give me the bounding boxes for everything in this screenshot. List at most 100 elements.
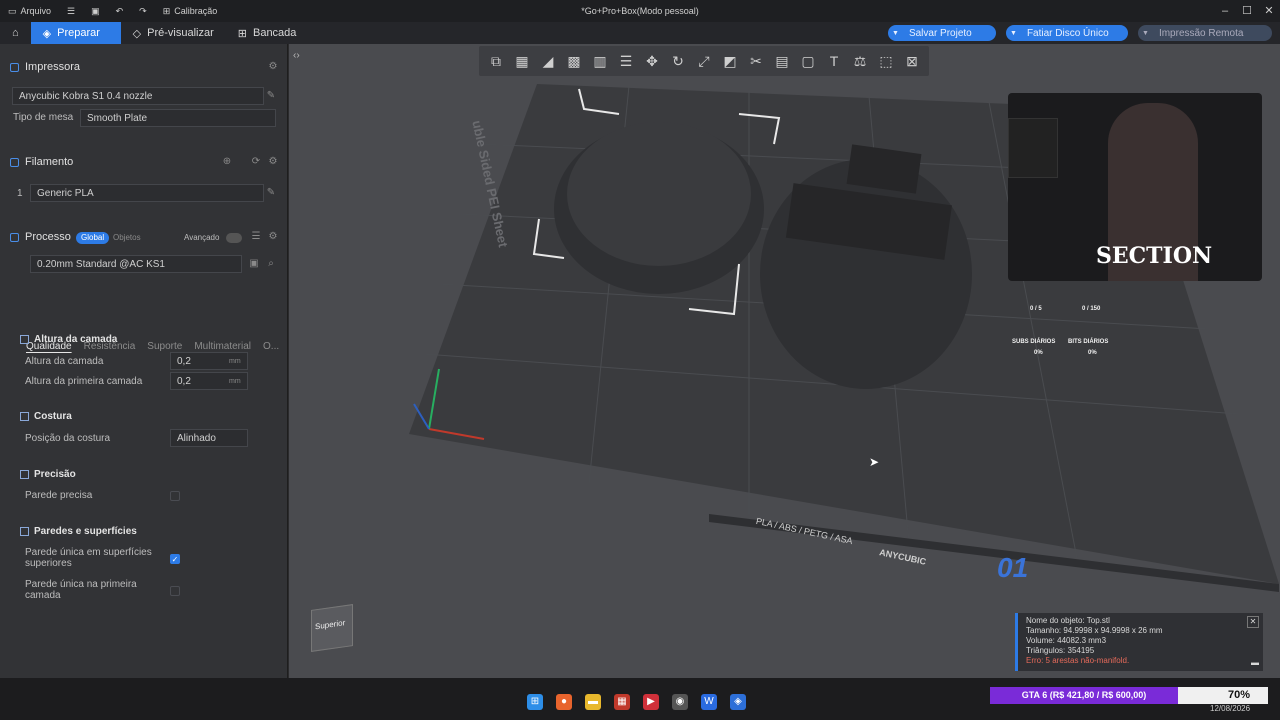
process-section-header[interactable]: Processo xyxy=(0,226,288,248)
layer-height-value: 0,2 xyxy=(177,355,191,367)
plate-type-value: Smooth Plate xyxy=(87,112,148,124)
browser-icon[interactable]: ● xyxy=(556,694,572,710)
slicer-app-icon[interactable]: ◈ xyxy=(730,694,746,710)
menu-icon-button[interactable]: ☰ xyxy=(59,6,83,17)
search-icon[interactable]: ⌕ xyxy=(266,259,276,269)
plate-type-select[interactable]: Smooth Plate xyxy=(80,109,276,127)
subtab-others[interactable]: O... xyxy=(263,341,279,352)
object-info-panel: Nome do objeto: Top.stl Tamanho: 94.9998… xyxy=(1015,613,1263,671)
media-player-icon[interactable]: ▶ xyxy=(643,694,659,710)
filament-select[interactable]: Generic PLA xyxy=(30,184,264,202)
layer-height-group: Altura da camada xyxy=(20,334,117,345)
save-preset-icon[interactable]: ▣ xyxy=(249,259,259,269)
subs-label: SUBS DIÁRIOS xyxy=(1012,339,1056,345)
subtab-multimaterial[interactable]: Multimaterial xyxy=(194,341,251,352)
view-cube[interactable]: Superior xyxy=(311,604,353,652)
layers-icon: ◇ xyxy=(132,27,142,40)
objects-toggle[interactable]: Objetos xyxy=(113,233,141,242)
word-icon[interactable]: W xyxy=(701,694,717,710)
settings-sidebar: Impressora ⚙ Anycubic Kobra S1 0.4 nozzl… xyxy=(0,44,288,678)
filament-slot-number: 1 xyxy=(17,188,23,199)
subs-count: 0 / 5 xyxy=(1030,306,1042,312)
process-preset-value: 0.20mm Standard @AC KS1 xyxy=(37,258,165,270)
single-top-wall-label: Parede única em superfícies superiores xyxy=(25,547,152,569)
process-settings-icon[interactable]: ⚙ xyxy=(268,232,278,242)
object-triangles: Triângulos: 354195 xyxy=(1026,646,1095,655)
close-button[interactable]: ✕ xyxy=(1258,0,1280,22)
object-name: Nome do objeto: Top.stl xyxy=(1026,616,1110,625)
plate-number[interactable]: 01 xyxy=(997,552,1028,584)
cube-icon: ◈ xyxy=(42,27,52,40)
tab-prepare[interactable]: ◈ Preparar xyxy=(30,22,121,44)
tab-workbench[interactable]: ⊞ Bancada xyxy=(226,22,309,44)
seam-group-title: Costura xyxy=(34,411,72,422)
save-project-button[interactable]: ▼ Salvar Projeto xyxy=(888,25,996,41)
redo-button[interactable]: ↷ xyxy=(131,6,155,17)
slice-plate-label: Fatiar Disco Único xyxy=(1026,27,1109,39)
donation-goal-track xyxy=(1178,687,1268,704)
window-controls: – ☐ ✕ xyxy=(1214,0,1280,22)
plate-type-label: Tipo de mesa xyxy=(13,112,74,123)
calibration-icon: ⊞ xyxy=(162,5,171,16)
slice-plate-button[interactable]: ▼ Fatiar Disco Único xyxy=(1006,25,1128,41)
subtab-support[interactable]: Suporte xyxy=(147,341,182,352)
donation-goal-bar: GTA 6 (R$ 421,80 / R$ 600,00) xyxy=(990,687,1178,704)
filament-section-header[interactable]: Filamento xyxy=(0,151,288,173)
printer-section-header[interactable]: Impressora xyxy=(0,56,288,78)
news-app-icon[interactable]: ▦ xyxy=(614,694,630,710)
github-icon[interactable]: ◉ xyxy=(672,694,688,710)
minimize-button[interactable]: – xyxy=(1214,0,1236,22)
calibration-menu[interactable]: ⊞ Calibração xyxy=(155,6,226,17)
maximize-button[interactable]: ☐ xyxy=(1236,0,1258,22)
precise-wall-checkbox[interactable] xyxy=(170,491,180,501)
layer-group-title: Altura da camada xyxy=(34,334,118,345)
walls-group: Paredes e superfícies xyxy=(20,526,137,537)
remote-print-button[interactable]: ▼ Impressão Remota xyxy=(1138,25,1272,41)
grid-icon: ⊞ xyxy=(237,27,247,40)
seam-icon xyxy=(20,412,29,421)
tab-preview[interactable]: ◇ Pré-visualizar xyxy=(121,22,226,44)
mouse-cursor-icon: ➤ xyxy=(869,455,880,469)
edit-icon[interactable]: ✎ xyxy=(266,91,276,101)
undo-button[interactable]: ↶ xyxy=(108,6,132,17)
first-layer-height-value: 0,2 xyxy=(177,375,191,387)
home-button[interactable]: ⌂ xyxy=(0,22,31,44)
layer-icon xyxy=(20,335,29,344)
lid-object-left-top xyxy=(567,122,751,266)
bits-percent: 0% xyxy=(1088,350,1097,356)
single-first-layer-checkbox[interactable] xyxy=(170,586,180,596)
layer-height-unit: mm xyxy=(229,358,241,365)
donation-goal-text: GTA 6 (R$ 421,80 / R$ 600,00) xyxy=(1021,690,1147,700)
seam-position-select[interactable]: Alinhado xyxy=(170,429,248,447)
global-toggle[interactable]: Global xyxy=(76,232,110,244)
first-layer-height-label: Altura da primeira camada xyxy=(25,376,143,387)
minimize-icon[interactable]: ▬ xyxy=(1251,658,1259,668)
settings-icon[interactable]: ⚙ xyxy=(268,62,278,72)
printer-select[interactable]: Anycubic Kobra S1 0.4 nozzle xyxy=(12,87,264,105)
advanced-switch[interactable] xyxy=(226,233,242,243)
start-menu-icon[interactable]: ⊞ xyxy=(527,694,543,710)
bits-label: BITS DIÁRIOS xyxy=(1068,339,1109,345)
filament-settings-icon[interactable]: ⚙ xyxy=(268,157,278,167)
webcam-overlay: SECTION xyxy=(1008,93,1262,281)
redo-icon: ↷ xyxy=(139,5,147,16)
object-size: Tamanho: 94.9998 x 94.9998 x 26 mm xyxy=(1026,626,1163,635)
add-filament-icon[interactable]: ⊕ xyxy=(222,157,232,167)
filament-value: Generic PLA xyxy=(37,187,94,199)
sync-icon[interactable]: ⟳ xyxy=(251,157,261,167)
list-icon[interactable]: ☰ xyxy=(251,232,261,242)
seam-position-value: Alinhado xyxy=(177,432,216,444)
object-error: Erro: 5 arestas não-manifold. xyxy=(1026,656,1130,665)
edit-icon[interactable]: ✎ xyxy=(266,188,276,198)
save-icon-button[interactable]: ▣ xyxy=(83,6,108,17)
process-preset-select[interactable]: 0.20mm Standard @AC KS1 xyxy=(30,255,242,273)
taskbar-apps: ⊞ ● ▬ ▦ ▶ ◉ W ◈ xyxy=(527,694,746,710)
channel-logo: SECTION xyxy=(1096,243,1213,269)
folder-icon[interactable]: ▬ xyxy=(585,694,601,710)
close-icon[interactable]: ✕ xyxy=(1247,616,1259,628)
printer-icon xyxy=(10,62,19,72)
undo-icon: ↶ xyxy=(115,5,124,16)
file-menu[interactable]: ▭ Arquivo xyxy=(0,6,59,17)
single-top-wall-checkbox[interactable]: ✓ xyxy=(170,554,180,564)
view-cube-label: Superior xyxy=(315,618,346,632)
